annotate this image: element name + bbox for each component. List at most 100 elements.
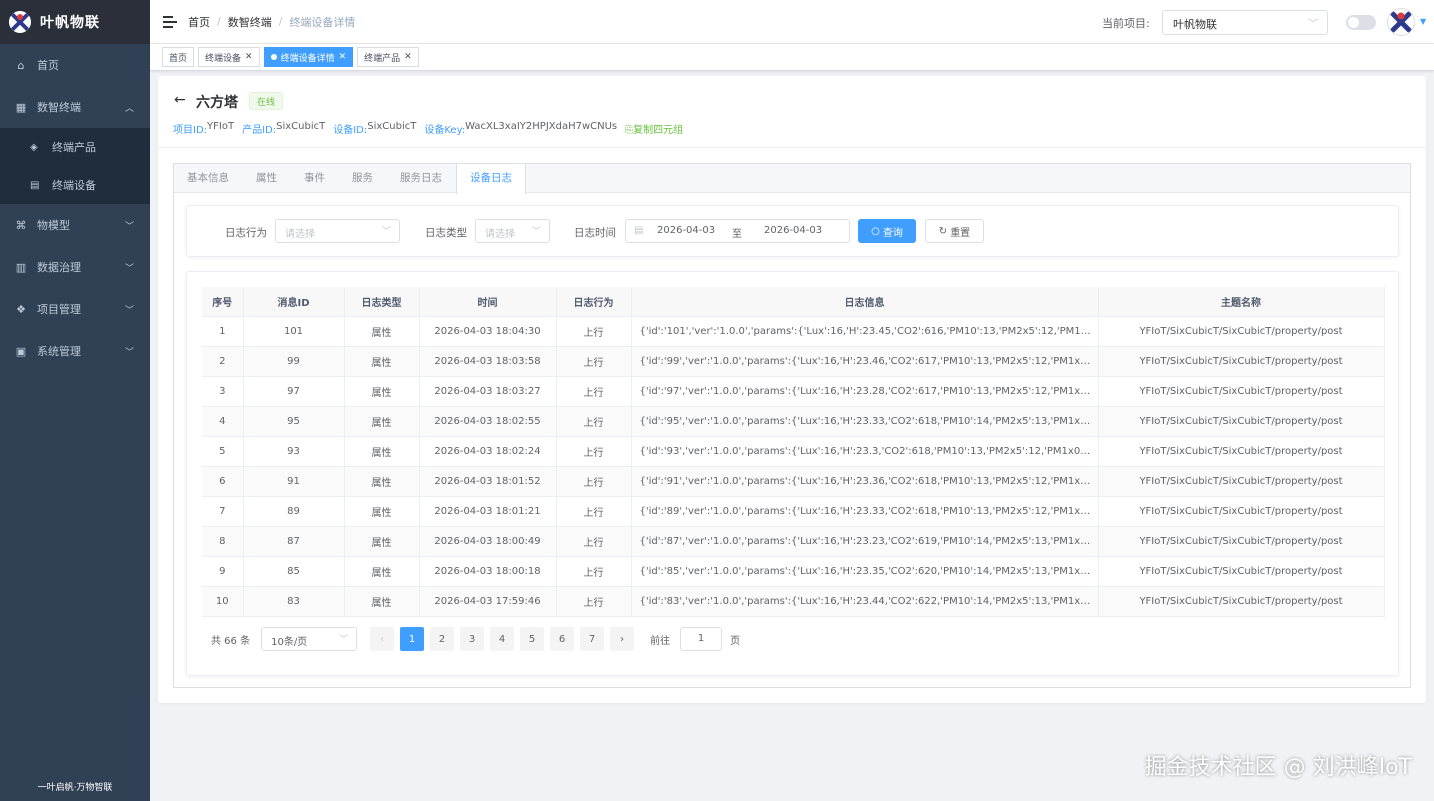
tag-terminal-product[interactable]: 终端产品 ✕ xyxy=(357,47,419,67)
page-button[interactable]: 6 xyxy=(550,627,575,651)
action-filter-label: 日志行为 xyxy=(225,227,267,239)
table-cell: 上行 xyxy=(556,526,632,557)
tab-services[interactable]: 服务 xyxy=(339,164,387,193)
reset-button[interactable]: ↻ 重置 xyxy=(925,219,984,243)
table-cell: 83 xyxy=(243,586,345,617)
page-button[interactable]: 7 xyxy=(580,627,605,651)
logo-icon xyxy=(9,11,31,33)
table-cell: YFIoT/SixCubicT/SixCubicT/property/post xyxy=(1098,406,1385,437)
table-cell: {'id':'93','ver':'1.0.0','params':{'Lux'… xyxy=(631,436,1099,467)
tab-device-log[interactable]: 设备日志 xyxy=(456,164,526,194)
end-date[interactable]: 2026-04-03 xyxy=(764,225,822,236)
sidebar-item-data[interactable]: ▥ 数据治理 ﹀ xyxy=(0,246,150,288)
sidebar-item-label: 数据治理 xyxy=(37,261,81,274)
column-header: 日志行为 xyxy=(556,287,632,317)
table-cell: 属性 xyxy=(344,586,420,617)
breadcrumb-home[interactable]: 首页 xyxy=(188,14,210,30)
table-cell: {'id':'87','ver':'1.0.0','params':{'Lux'… xyxy=(631,526,1099,557)
table-cell: 99 xyxy=(243,346,345,377)
tab-events[interactable]: 事件 xyxy=(291,164,339,193)
table-cell: {'id':'89','ver':'1.0.0','params':{'Lux'… xyxy=(631,496,1099,527)
table-cell: {'id':'97','ver':'1.0.0','params':{'Lux'… xyxy=(631,376,1099,407)
column-header: 日志类型 xyxy=(344,287,420,317)
prev-page-button[interactable]: ‹ xyxy=(370,627,395,651)
table-cell: 属性 xyxy=(344,526,420,557)
table-cell: YFIoT/SixCubicT/SixCubicT/property/post xyxy=(1098,466,1385,497)
sidebar-item-project[interactable]: ❖ 项目管理 ﹀ xyxy=(0,288,150,330)
table-cell: 2026-04-03 18:03:27 xyxy=(419,376,557,407)
breadcrumb: 首页 / 数智终端 / 终端设备详情 xyxy=(188,14,356,30)
project-icon: ❖ xyxy=(16,302,26,316)
chevron-down-icon: ﹀ xyxy=(124,264,134,274)
device-id-label: 设备ID: xyxy=(333,125,368,136)
breadcrumb-terminal[interactable]: 数智终端 xyxy=(228,14,272,30)
tag-home[interactable]: 首页 xyxy=(162,47,195,67)
close-icon[interactable]: ✕ xyxy=(404,52,412,62)
tab-properties[interactable]: 属性 xyxy=(243,164,291,193)
query-button[interactable]: ○ 查询 xyxy=(858,219,916,243)
action-select[interactable]: 请选择 ﹀ xyxy=(275,219,400,243)
table-row: 2 99 属性 2026-04-03 18:03:58 上行 {'id':'99','ve… xyxy=(202,346,1385,377)
project-select[interactable]: 叶帆物联 ﹀ xyxy=(1162,10,1328,35)
sidebar-item-terminal-device[interactable]: ▤ 终端设备 xyxy=(0,166,150,204)
tag-device-detail[interactable]: 终端设备详情 ✕ xyxy=(263,47,354,67)
sidebar-submenu: ◈ 终端产品 ▤ 终端设备 xyxy=(0,128,150,204)
table-cell: 3 xyxy=(202,376,244,407)
table-cell: 上行 xyxy=(556,406,632,437)
sidebar-item-label: 系统管理 xyxy=(37,345,81,358)
avatar[interactable] xyxy=(1387,8,1415,36)
sidebar-item-terminal[interactable]: ▦ 数智终端 ︿ xyxy=(0,86,150,128)
close-icon[interactable]: ✕ xyxy=(339,52,347,62)
device-detail-card: ← 六方塔 在线 项目ID: YFIoT 产品ID: SixCubicT 设备I… xyxy=(158,76,1426,703)
column-header: 主题名称 xyxy=(1098,287,1385,317)
next-page-button[interactable]: › xyxy=(610,627,635,651)
tag-terminal-device[interactable]: 终端设备 ✕ xyxy=(198,47,260,67)
table-cell: 属性 xyxy=(344,376,420,407)
tab-service-log[interactable]: 服务日志 xyxy=(387,164,456,193)
pagination: 共 66 条 10条/页 ﹀ ‹ 1 2 3 4 5 6 7 › 前往 1 页 xyxy=(211,627,740,651)
table-cell: YFIoT/SixCubicT/SixCubicT/property/post xyxy=(1098,496,1385,527)
type-select[interactable]: 请选择 ﹀ xyxy=(475,219,550,243)
table-cell: 4 xyxy=(202,406,244,437)
tag-label: 终端产品 xyxy=(364,53,401,64)
sidebar-item-system[interactable]: ▣ 系统管理 ﹀ xyxy=(0,330,150,372)
page-button[interactable]: 1 xyxy=(400,627,425,651)
table-cell: 95 xyxy=(243,406,345,437)
page-button[interactable]: 4 xyxy=(490,627,515,651)
device-key-label: 设备Key: xyxy=(424,125,466,136)
sidebar-item-model[interactable]: ⌘ 物模型 ﹀ xyxy=(0,204,150,246)
page-button[interactable]: 2 xyxy=(430,627,455,651)
table-cell: 97 xyxy=(243,376,345,407)
tabs-container: 基本信息 属性 事件 服务 服务日志 设备日志 日志行为 请选择 ﹀ 日志类型 … xyxy=(173,163,1411,688)
hamburger-icon[interactable] xyxy=(163,15,177,28)
table-cell: 上行 xyxy=(556,376,632,407)
theme-toggle[interactable] xyxy=(1346,15,1376,30)
table-cell: 属性 xyxy=(344,406,420,437)
device-icon: ▤ xyxy=(30,179,40,191)
tab-basic-info[interactable]: 基本信息 xyxy=(174,164,243,193)
table-cell: YFIoT/SixCubicT/SixCubicT/property/post xyxy=(1098,346,1385,377)
sidebar-item-home[interactable]: ⌂ 首页 xyxy=(0,44,150,86)
page-button[interactable]: 5 xyxy=(520,627,545,651)
start-date[interactable]: 2026-04-03 xyxy=(657,225,715,236)
date-range-picker[interactable]: ▤ 2026-04-03 至 2026-04-03 xyxy=(625,219,850,243)
action-select-placeholder: 请选择 xyxy=(285,229,315,240)
caret-down-icon[interactable]: ▼ xyxy=(1420,17,1426,26)
sidebar: 叶帆物联 ⌂ 首页 ▦ 数智终端 ︿ ◈ 终端产品 ▤ 终端设备 ⌘ 物模型 ﹀… xyxy=(0,0,150,801)
page-size-value: 10条/页 xyxy=(271,637,308,648)
project-id-value: YFIoT xyxy=(207,121,235,132)
back-arrow-icon[interactable]: ← xyxy=(174,92,186,108)
sidebar-item-terminal-product[interactable]: ◈ 终端产品 xyxy=(0,128,150,166)
page-button[interactable]: 3 xyxy=(460,627,485,651)
refresh-icon: ↻ xyxy=(938,225,948,237)
tag-label: 终端设备详情 xyxy=(280,53,335,64)
reset-label: 重置 xyxy=(950,227,971,239)
table-cell: 85 xyxy=(243,556,345,587)
sidebar-logo[interactable]: 叶帆物联 xyxy=(0,0,150,44)
close-icon[interactable]: ✕ xyxy=(245,52,253,62)
table-cell: 属性 xyxy=(344,466,420,497)
table-cell: 7 xyxy=(202,496,244,527)
page-size-select[interactable]: 10条/页 ﹀ xyxy=(261,627,358,651)
copy-quad-button[interactable]: ⎘复制四元组 xyxy=(625,121,683,136)
goto-page-input[interactable]: 1 xyxy=(680,627,723,651)
